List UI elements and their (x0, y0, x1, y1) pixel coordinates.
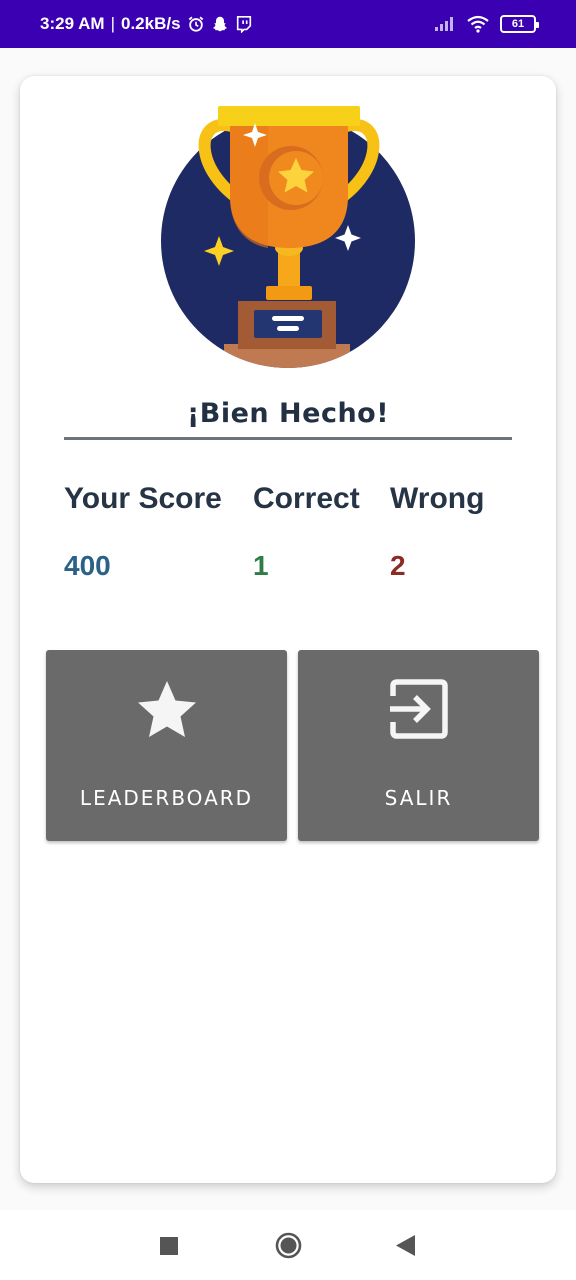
snapchat-icon (212, 16, 227, 32)
exit-button[interactable]: SALIR (298, 650, 539, 841)
back-triangle-icon[interactable] (396, 1235, 415, 1256)
twitch-icon (236, 15, 251, 33)
trophy-icon (161, 106, 415, 368)
alarm-icon (188, 16, 203, 32)
battery-level: 61 (511, 18, 525, 30)
score-label: Your Score (64, 482, 222, 515)
exit-label: SALIR (384, 786, 453, 810)
score-value: 400 (64, 550, 111, 581)
title-divider (64, 437, 512, 440)
star-icon (137, 681, 196, 737)
leaderboard-label: LEADERBOARD (79, 786, 254, 810)
home-circle-icon[interactable] (275, 1232, 302, 1259)
status-time: 3:29 AM (40, 14, 105, 33)
navigation-bar (0, 1210, 576, 1280)
status-speed: 0.2kB/s (120, 14, 181, 33)
recents-square-icon[interactable] (160, 1237, 178, 1255)
signal-icon (435, 17, 453, 31)
battery-icon: 61 (500, 15, 539, 33)
correct-value: 1 (253, 550, 269, 581)
exit-icon (389, 679, 448, 739)
wifi-icon (467, 15, 489, 33)
status-bar: 3:29 AM | 0.2kB/s 61 (0, 0, 576, 48)
leaderboard-button[interactable]: LEADERBOARD (46, 650, 287, 841)
wrong-value: 2 (390, 550, 406, 581)
correct-label: Correct (253, 482, 360, 515)
status-right: 61 (434, 15, 539, 33)
result-card: ¡Bien Hecho! Your Score Correct Wrong 40… (20, 76, 556, 1183)
status-separator: | (110, 14, 115, 33)
status-left: 3:29 AM | 0.2kB/s (40, 14, 253, 34)
result-title: ¡Bien Hecho! (186, 398, 390, 429)
wrong-label: Wrong (390, 482, 485, 515)
